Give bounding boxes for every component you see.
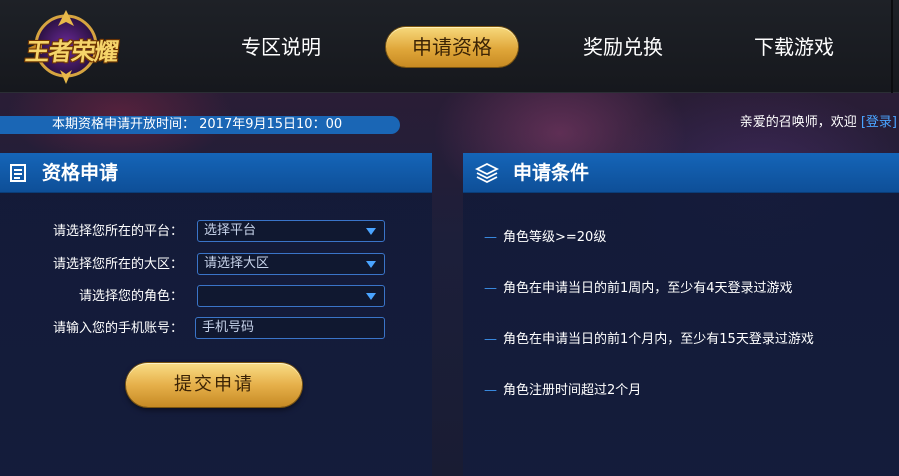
phone-label: 请输入您的手机账号：	[52, 321, 183, 336]
region-select-value: 请选择大区	[204, 256, 270, 271]
region-select[interactable]: 请选择大区	[197, 253, 385, 275]
game-logo[interactable]: 王者荣耀	[8, 8, 130, 86]
nav-download-game[interactable]: 下载游戏	[737, 27, 851, 67]
region-label: 请选择您所在的大区：	[52, 257, 183, 272]
platform-select-value: 选择平台	[204, 223, 257, 238]
conditions-panel-header: 申请条件	[463, 153, 899, 193]
platform-label: 请选择您所在的平台：	[52, 224, 183, 239]
welcome-text: 亲爱的召唤师，欢迎	[739, 115, 857, 130]
condition-text: 角色注册时间超过2个月	[503, 383, 642, 398]
nav-reward-exchange[interactable]: 奖励兑换	[566, 27, 680, 67]
condition-text: 角色在申请当日的前1个月内，至少有15天登录过游戏	[503, 332, 814, 347]
topbar-divider	[891, 0, 893, 93]
apply-panel: 资格申请	[0, 153, 432, 476]
chevron-down-icon	[366, 261, 376, 268]
nav-zone-intro[interactable]: 专区说明	[224, 27, 338, 67]
conditions-panel-title: 申请条件	[513, 162, 590, 184]
conditions-panel: 申请条件	[463, 153, 899, 476]
dash-bullet-icon: —	[484, 281, 497, 296]
condition-text: 角色在申请当日的前1周内，至少有4天登录过游戏	[503, 281, 793, 296]
welcome-message: 亲爱的召唤师，欢迎 [登录]	[740, 114, 899, 132]
chevron-down-icon	[366, 228, 376, 235]
platform-select[interactable]: 选择平台	[197, 220, 385, 242]
dash-bullet-icon: —	[484, 383, 497, 398]
nav-apply-qualification[interactable]: 申请资格	[386, 27, 518, 67]
login-link[interactable]: [登录]	[861, 115, 897, 130]
condition-item: — 角色在申请当日的前1个月内，至少有15天登录过游戏	[484, 331, 814, 349]
top-nav-bar: 王者荣耀 专区说明 申请资格 奖励兑换 下载游戏	[0, 0, 899, 93]
dash-bullet-icon: —	[484, 332, 497, 347]
logo-text: 王者荣耀	[23, 37, 120, 66]
dash-bullet-icon: —	[484, 230, 497, 245]
application-period-notice: 本期资格申请开放时间： 2017年9月15日10：00	[0, 116, 400, 134]
role-select[interactable]	[197, 285, 385, 307]
chevron-down-icon	[366, 293, 376, 300]
condition-item: — 角色在申请当日的前1周内，至少有4天登录过游戏	[484, 280, 793, 298]
apply-panel-header: 资格申请	[0, 153, 432, 193]
condition-item: — 角色等级>=20级	[484, 229, 606, 247]
apply-panel-title: 资格申请	[42, 162, 119, 184]
phone-input[interactable]: 手机号码	[195, 317, 385, 339]
layers-icon	[475, 162, 499, 184]
submit-application-button[interactable]: 提交申请	[126, 363, 302, 407]
document-icon	[10, 164, 26, 182]
role-label: 请选择您的角色：	[78, 289, 183, 304]
condition-text: 角色等级>=20级	[503, 230, 607, 245]
condition-item: — 角色注册时间超过2个月	[484, 382, 641, 400]
